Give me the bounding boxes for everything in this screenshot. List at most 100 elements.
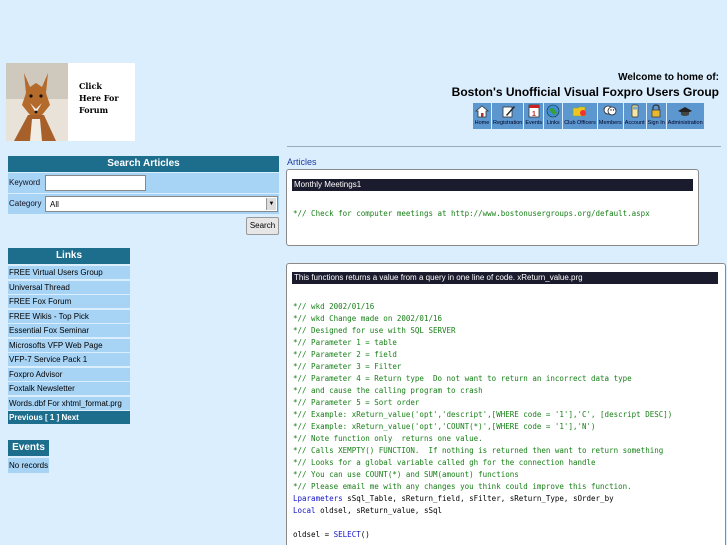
nav-label: Home (474, 120, 490, 126)
link-item[interactable]: FREE Virtual Users Group (8, 266, 130, 279)
code-line: *// Calls XEMPTY() FUNCTION. If nothing … (293, 445, 672, 457)
search-button[interactable]: Search (246, 217, 279, 235)
code-line: *// Check for computer meetings at http:… (293, 208, 650, 220)
links-panel-title: Links (8, 248, 130, 264)
code-line: *// Looks for a global variable called g… (293, 457, 672, 469)
code-comment: *// Check for computer meetings at http:… (293, 209, 650, 218)
nav-label: Account (624, 120, 645, 126)
code-line: *// wkd Change made on 2002/01/16 (293, 313, 672, 325)
nav-events[interactable]: 1 Events (524, 103, 544, 129)
nav-account[interactable]: Account (623, 103, 646, 129)
article-title[interactable]: This functions returns a value from a qu… (292, 272, 718, 284)
keyword-input[interactable] (45, 175, 146, 191)
site-title: Boston's Unofficial Visual Foxpro Users … (451, 85, 719, 99)
category-row: Category All ▼ (8, 194, 279, 214)
nav-sign-in[interactable]: Sign In (646, 103, 666, 129)
house-icon (474, 105, 490, 118)
link-item[interactable]: Words.dbf For xhtml_format.prg (8, 396, 130, 410)
articles-link[interactable]: Articles (287, 157, 317, 167)
code-comment: *// Parameter 2 = field (293, 350, 397, 359)
code-line: *// Designed for use with SQL SERVER (293, 325, 672, 337)
article-body: *// Check for computer meetings at http:… (293, 196, 650, 220)
code-text: oldsel, sReturn_value, sSql (315, 506, 443, 515)
code-text: oldsel = (293, 530, 334, 539)
people-icon (603, 105, 617, 116)
calendar-icon: 1 (528, 104, 540, 118)
code-line: *// Note function only returns one value… (293, 433, 672, 445)
code-comment: *// Parameter 4 = Return type Do not wan… (293, 374, 632, 383)
logo-text[interactable]: Click Here For Forum (79, 80, 119, 116)
nav-label: Administration (667, 120, 703, 126)
code-comment: *// Parameter 5 = Sort order (293, 398, 420, 407)
logo-text-line: Here For (79, 93, 119, 103)
nav-label: Registration (493, 120, 523, 126)
code-line: *// Please email me with any changes you… (293, 481, 672, 493)
chevron-down-icon[interactable]: ▼ (266, 198, 276, 210)
code-comment: *// Calls XEMPTY() FUNCTION. If nothing … (293, 446, 664, 455)
code-comment: *// wkd 2002/01/16 (293, 302, 375, 311)
nav-label: Club Officers (564, 120, 596, 126)
code-text: sSql_Table, sReturn_field, sFilter, sRet… (342, 494, 614, 503)
svg-text:1: 1 (532, 111, 536, 118)
link-item[interactable]: FREE Wikis - Top Pick (8, 309, 130, 323)
logo-text-line: Click (79, 81, 102, 91)
links-list: FREE Virtual Users Group Universal Threa… (8, 266, 130, 424)
events-empty-text: No records (8, 458, 49, 473)
nav-links[interactable]: Links (544, 103, 563, 129)
code-comment: *// wkd Change made on 2002/01/16 (293, 314, 443, 323)
code-comment: *// You can use COUNT(*) and SUM(amount)… (293, 470, 519, 479)
category-select[interactable]: All ▼ (45, 196, 278, 212)
fox-logo-image (6, 63, 68, 141)
link-item[interactable]: Universal Thread (8, 280, 130, 294)
events-panel-title: Events (8, 440, 49, 456)
code-keyword: Local (293, 506, 316, 515)
link-item[interactable]: Foxpro Advisor (8, 367, 130, 381)
category-value: All (50, 200, 59, 209)
logo-text-line: Forum (79, 105, 109, 115)
code-line: *// Example: xReturn_value('opt','descri… (293, 409, 672, 421)
code-line: oldsel = SELECT() (293, 529, 672, 541)
code-line: Lparameters sSql_Table, sReturn_field, s… (293, 493, 672, 505)
link-item[interactable]: Essential Fox Seminar (8, 324, 130, 337)
nav-label: Sign In (647, 120, 665, 126)
code-line: *// wkd 2002/01/16 (293, 301, 672, 313)
links-pager[interactable]: Previous [ 1 ] Next (8, 411, 130, 424)
nav-label: Links (546, 120, 560, 126)
code-line: *// Parameter 2 = field (293, 349, 672, 361)
pen-icon (502, 106, 515, 118)
keyword-row: Keyword (8, 173, 279, 193)
article-card: Monthly Meetings1 *// Check for computer… (286, 169, 699, 246)
globe-icon (546, 104, 560, 118)
forum-logo-link[interactable]: Click Here For Forum (6, 63, 135, 141)
lock-icon (651, 104, 661, 118)
folder-icon (572, 106, 587, 117)
nav-home[interactable]: Home (473, 103, 491, 129)
code-comment: *// Example: xReturn_value('opt','descri… (293, 410, 673, 419)
code-comment: *// Example: xReturn_value('opt','COUNT(… (293, 422, 596, 431)
link-item[interactable]: Foxtalk Newsletter (8, 382, 130, 395)
code-line: *// and cause the calling program to cra… (293, 385, 672, 397)
nav-club-officers[interactable]: Club Officers (563, 103, 597, 129)
code-keyword: Lparameters (293, 494, 343, 503)
link-item[interactable]: FREE Fox Forum (8, 295, 130, 308)
code-comment: *// Looks for a global variable called g… (293, 458, 596, 467)
code-text: () (360, 530, 370, 539)
code-line: *// You can use COUNT(*) and SUM(amount)… (293, 469, 672, 481)
nav-registration[interactable]: Registration (492, 103, 524, 129)
code-line: *// Parameter 5 = Sort order (293, 397, 672, 409)
link-item[interactable]: Microsofts VFP Web Page (8, 338, 130, 352)
code-comment: *// Parameter 3 = Filter (293, 362, 402, 371)
welcome-text: Welcome to home of: (618, 72, 719, 83)
header-divider (287, 146, 721, 147)
nav-members[interactable]: Members (597, 103, 623, 129)
article-title[interactable]: Monthly Meetings1 (292, 179, 693, 191)
article-card: This functions returns a value from a qu… (286, 263, 726, 545)
nav-administration[interactable]: Administration (666, 103, 704, 129)
article-body: *// wkd 2002/01/16 *// wkd Change made on… (293, 289, 672, 541)
code-line: *// Parameter 3 = Filter (293, 361, 672, 373)
code-keyword: SELECT (333, 530, 361, 539)
code-comment: *// Please email me with any changes you… (293, 482, 632, 491)
code-comment: *// Note function only returns one value… (293, 434, 483, 443)
link-item[interactable]: VFP-7 Service Pack 1 (8, 353, 130, 366)
code-comment: *// Designed for use with SQL SERVER (293, 326, 456, 335)
